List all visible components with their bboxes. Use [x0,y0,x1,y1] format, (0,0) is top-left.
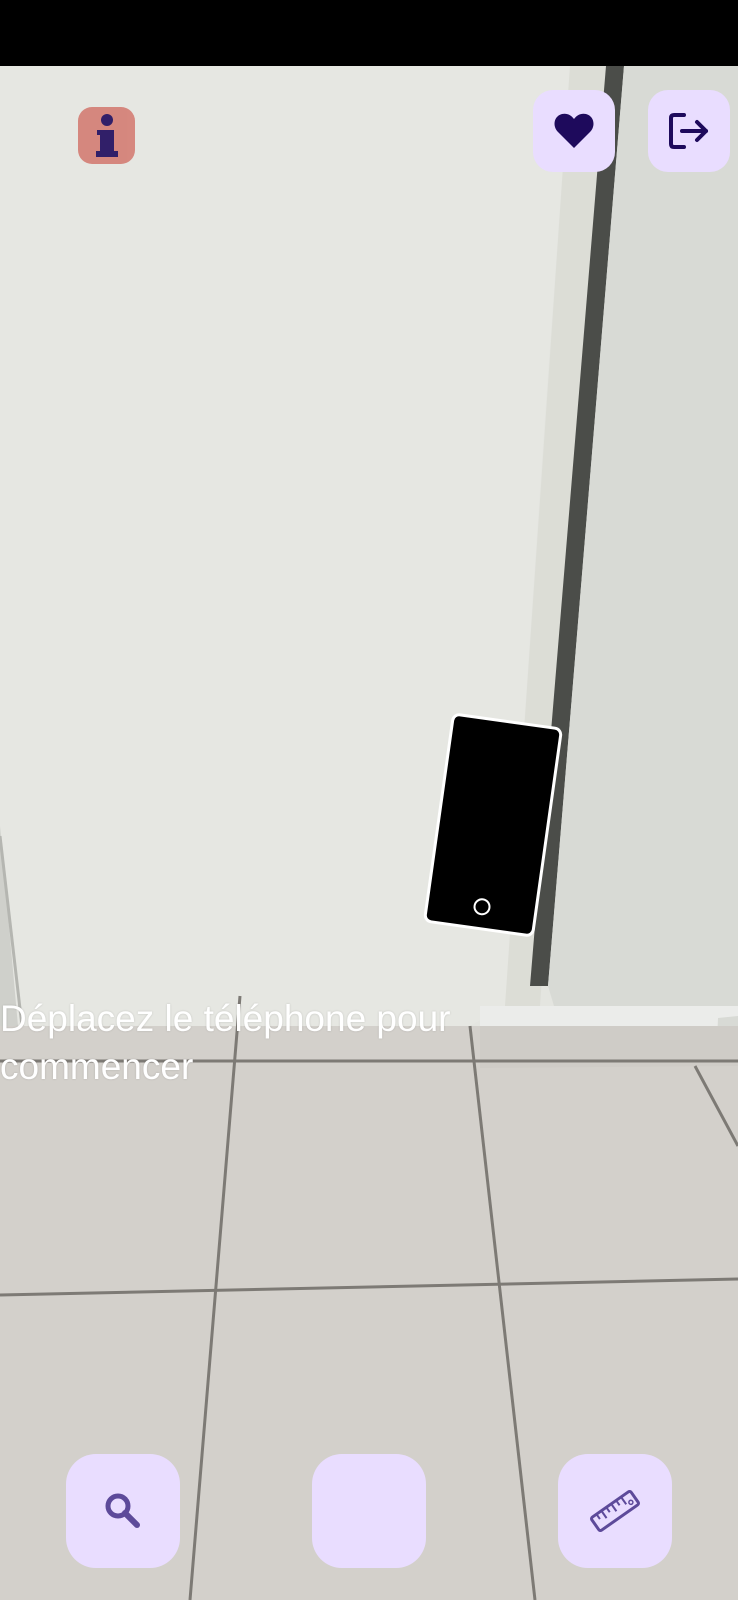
camera-scene [0,66,738,1600]
search-button[interactable] [66,1454,180,1568]
info-button[interactable] [78,107,135,164]
ar-measure-screen: Déplacez le téléphone pour commencer [0,0,738,1600]
logout-icon [669,113,708,149]
measure-button[interactable] [558,1454,672,1568]
heart-icon [554,113,594,148]
camera-view[interactable] [0,66,738,1600]
phone-home-button-icon [471,897,492,917]
favorite-button[interactable] [533,90,615,172]
magnifier-icon [105,1493,140,1528]
info-icon [87,113,127,159]
exit-button[interactable] [648,90,730,172]
status-bar [0,0,738,66]
capture-button[interactable] [312,1454,426,1568]
instruction-text: Déplacez le téléphone pour commencer [0,998,451,1087]
ruler-icon [590,1489,640,1533]
